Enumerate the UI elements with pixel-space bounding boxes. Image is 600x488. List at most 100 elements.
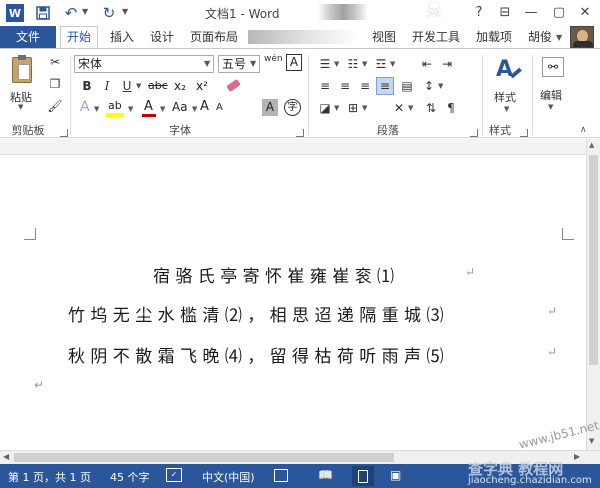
redo-icon[interactable]: ↻	[100, 4, 118, 22]
font-color-button[interactable]: A	[142, 99, 158, 117]
styles-group-label: 样式	[489, 124, 511, 137]
font-group-label: 字体	[169, 124, 191, 137]
proofing-icon[interactable]: ✓	[166, 468, 182, 482]
page-count[interactable]: 第 1 页，共 1 页	[8, 469, 91, 485]
undo-icon[interactable]: ↶	[62, 4, 80, 22]
avatar[interactable]	[570, 26, 594, 48]
italic-button[interactable]: I	[98, 77, 116, 95]
clear-formatting-icon[interactable]	[226, 77, 242, 93]
tab-developer[interactable]: 开发工具	[412, 26, 460, 48]
font-color-dropdown-icon[interactable]: ▼	[160, 105, 165, 113]
highlight-button[interactable]: ab	[106, 99, 126, 117]
strikethrough-button[interactable]: abc	[148, 79, 168, 92]
borders-dropdown-icon: ▼	[362, 104, 368, 112]
bullets-icon[interactable]: ☰	[316, 55, 334, 73]
copy-icon[interactable]: ❐	[46, 75, 64, 93]
clipboard-launcher-icon[interactable]	[60, 129, 68, 137]
restore-button[interactable]: ▢	[548, 2, 570, 22]
font-family-select[interactable]: 宋体	[74, 55, 214, 73]
tab-layout[interactable]: 页面布局	[190, 26, 238, 48]
tab-view[interactable]: 视图	[372, 26, 396, 48]
web-layout-icon[interactable]: ▣	[390, 468, 401, 482]
bold-button[interactable]: B	[78, 77, 96, 95]
tab-design[interactable]: 设计	[150, 26, 174, 48]
ribbon-display-button[interactable]: ⊟	[494, 2, 516, 22]
enclose-char-icon[interactable]: A	[286, 54, 302, 71]
highlight-dropdown-icon[interactable]: ▼	[128, 105, 133, 113]
align-left-icon[interactable]: ≡	[316, 77, 334, 95]
user-dropdown-icon[interactable]: ▼	[556, 33, 562, 42]
close-button[interactable]: ✕	[574, 2, 596, 22]
editing-button[interactable]: ⚯ 编辑 ▼	[538, 55, 570, 117]
undo-dropdown-icon[interactable]: ▼	[82, 7, 88, 16]
numbering-icon[interactable]: ☷	[344, 55, 362, 73]
scroll-left-icon[interactable]: ◀	[3, 452, 9, 461]
change-case-button[interactable]: Aa	[172, 100, 188, 114]
multilevel-list-icon[interactable]: ☲	[372, 55, 390, 73]
superscript-button[interactable]: x²	[196, 79, 208, 93]
grow-font-button[interactable]: A	[200, 99, 209, 114]
cut-icon[interactable]: ✂	[46, 53, 64, 71]
minimize-button[interactable]: —	[520, 2, 542, 22]
underline-button[interactable]: U	[118, 77, 136, 95]
sort-icon[interactable]: ⇅	[422, 99, 440, 117]
tab-file[interactable]: 文件	[0, 26, 56, 48]
macro-record-icon[interactable]	[274, 469, 288, 482]
distributed-icon[interactable]: ▤	[398, 77, 416, 95]
title-bar: W ↶ ▼ ↻ ▼ 文档1 - Word ☠ ? ⊟ — ▢ ✕	[0, 0, 600, 26]
tab-addins[interactable]: 加载项	[476, 26, 512, 48]
status-bar: 第 1 页，共 1 页 45 个字 ✓ 中文(中国) 📖 ▣ 查字典 教程网 j…	[0, 460, 600, 488]
language-indicator[interactable]: 中文(中国)	[202, 469, 255, 485]
tab-home[interactable]: 开始	[60, 26, 99, 49]
font-family-dropdown-icon[interactable]: ▼	[204, 59, 210, 68]
multilevel-dropdown-icon: ▼	[390, 60, 396, 68]
line-spacing-icon[interactable]: ↕	[420, 77, 438, 95]
collapse-ribbon-icon[interactable]: ∧	[580, 125, 587, 135]
word-count[interactable]: 45 个字	[110, 469, 150, 485]
shrink-font-button[interactable]: A	[216, 102, 223, 113]
font-launcher-icon[interactable]	[296, 129, 304, 137]
styles-icon: A	[496, 57, 514, 82]
show-marks-icon[interactable]: ¶	[442, 99, 460, 117]
styles-button[interactable]: A 样式 ▼	[488, 55, 528, 117]
align-right-icon[interactable]: ≡	[356, 77, 374, 95]
vertical-scroll-thumb[interactable]	[589, 155, 598, 365]
increase-indent-icon[interactable]: ⇥	[438, 55, 456, 73]
format-painter-icon[interactable]: 🖌	[46, 97, 64, 115]
align-center-icon[interactable]: ≡	[336, 77, 354, 95]
styles-launcher-icon[interactable]	[520, 129, 528, 137]
group-divider	[70, 55, 71, 135]
paragraph-mark: ↵	[547, 304, 558, 318]
scroll-down-icon[interactable]: ▼	[589, 437, 594, 445]
text-effects-button[interactable]: A	[80, 99, 90, 115]
change-case-dropdown-icon[interactable]: ▼	[192, 105, 197, 113]
vertical-scrollbar[interactable]: ▲ ▼	[586, 139, 600, 450]
print-layout-icon[interactable]	[352, 466, 374, 486]
scroll-right-icon[interactable]: ▶	[574, 452, 580, 461]
user-name[interactable]: 胡俊	[528, 26, 552, 48]
font-size-dropdown-icon[interactable]: ▼	[250, 59, 256, 68]
read-mode-icon[interactable]: 📖	[318, 468, 333, 482]
tab-insert[interactable]: 插入	[110, 26, 134, 48]
shading-icon[interactable]: ◪	[316, 99, 334, 117]
clipboard-icon	[12, 55, 32, 83]
underline-dropdown-icon[interactable]: ▼	[136, 82, 141, 90]
paste-button[interactable]: 粘贴 ▼	[6, 55, 40, 111]
scroll-up-icon[interactable]: ▲	[589, 141, 594, 149]
enclose-characters-button[interactable]: 字	[284, 99, 301, 116]
save-icon[interactable]	[34, 4, 52, 22]
bullets-dropdown-icon: ▼	[334, 60, 340, 68]
borders-icon[interactable]: ⊞	[344, 99, 362, 117]
character-shading-button[interactable]: A	[262, 99, 278, 116]
subscript-button[interactable]: x₂	[174, 79, 186, 93]
phonetic-guide-icon[interactable]: wén	[264, 54, 283, 64]
help-button[interactable]: ?	[468, 2, 490, 22]
document-canvas[interactable]	[0, 139, 586, 450]
horizontal-scroll-thumb[interactable]	[14, 453, 394, 462]
text-effects-dropdown-icon[interactable]: ▼	[94, 105, 99, 113]
justify-icon[interactable]: ≡	[376, 77, 394, 95]
decrease-indent-icon[interactable]: ⇤	[418, 55, 436, 73]
customize-qat-icon[interactable]: ▼	[122, 7, 128, 16]
chinese-layout-icon[interactable]: ✕	[390, 99, 408, 117]
paragraph-launcher-icon[interactable]	[470, 129, 478, 137]
